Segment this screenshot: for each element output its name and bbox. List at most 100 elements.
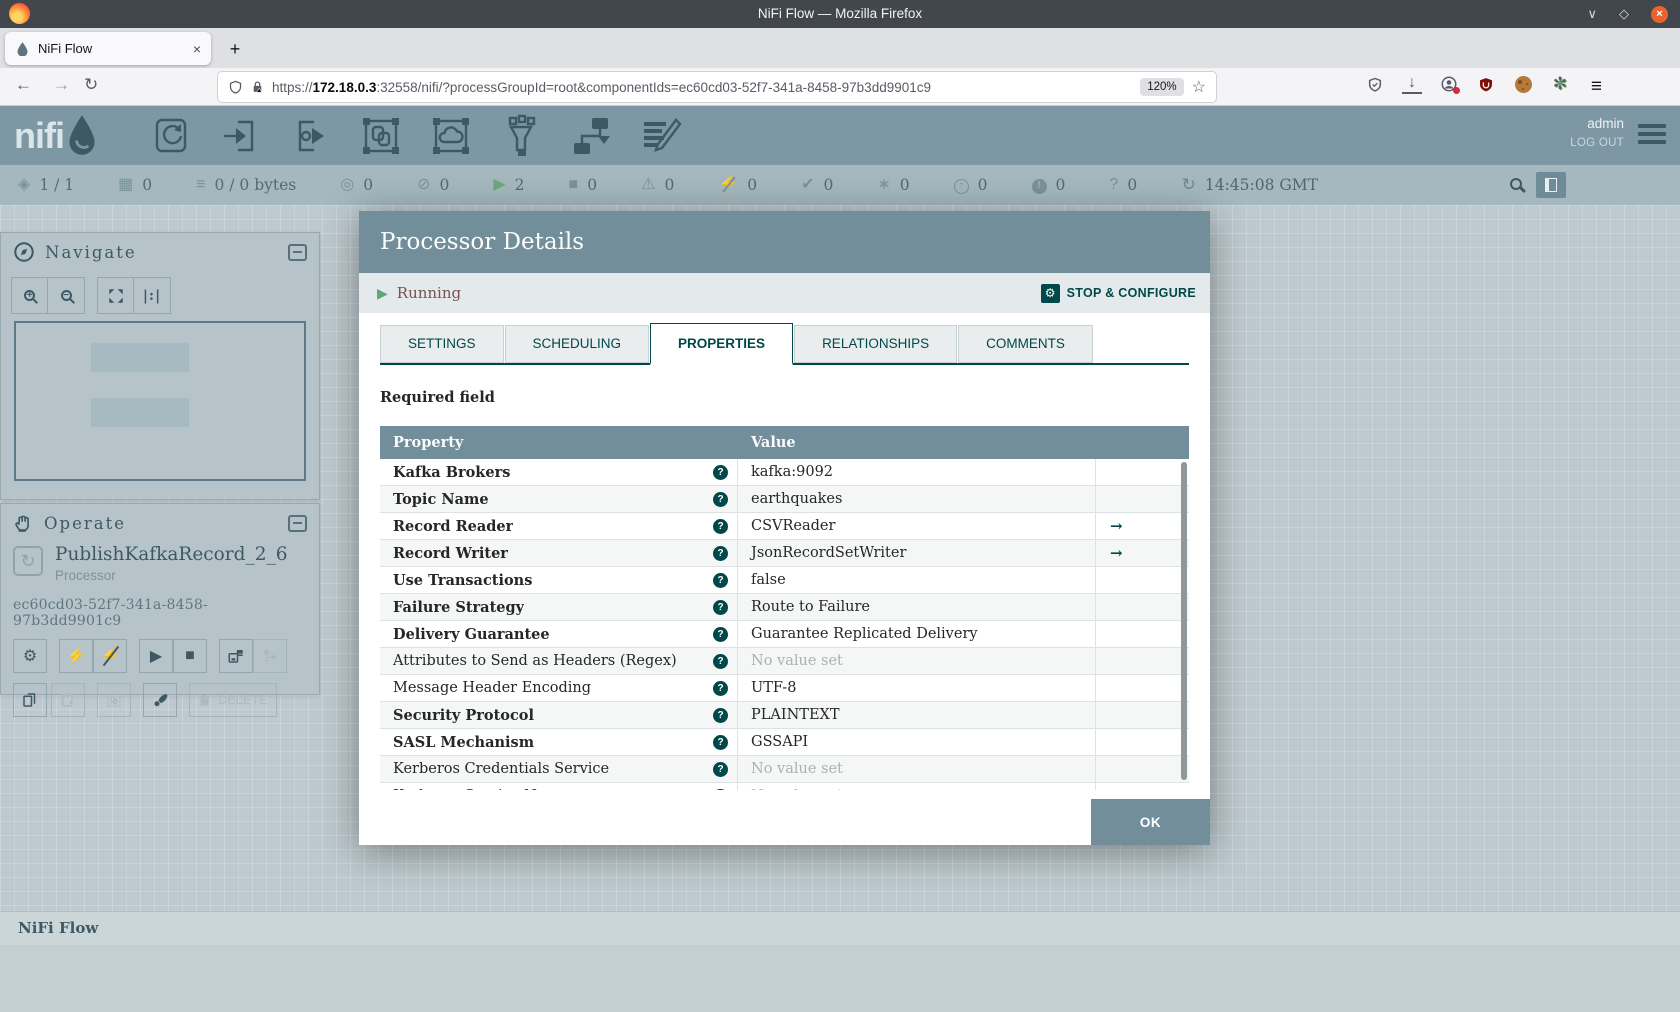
tab-settings[interactable]: SETTINGS — [380, 325, 504, 363]
extension-pinwheel-icon[interactable]: ✼ — [1550, 74, 1570, 94]
stop-configure-icon: ⚙ — [1040, 283, 1060, 303]
zoom-in-button[interactable]: + — [11, 277, 48, 314]
property-column-header: Property — [393, 434, 464, 451]
dialog-header: Processor Details — [359, 211, 1210, 273]
ublock-icon[interactable] — [1476, 74, 1496, 94]
selected-component-name: PublishKafkaRecord_2_6 — [55, 544, 288, 565]
copy-button[interactable] — [13, 683, 47, 717]
property-row: Record Reader? CSVReader → — [380, 513, 1189, 540]
zoom-level-badge[interactable]: 120% — [1140, 78, 1184, 96]
remote-process-group-draggable-icon[interactable] — [428, 114, 474, 158]
minimap-processor-block — [91, 398, 189, 427]
help-icon[interactable]: ? — [713, 491, 728, 507]
toggle-panel-button[interactable] — [1536, 172, 1566, 198]
component-toolbar — [148, 114, 684, 158]
birdseye-minimap[interactable] — [14, 321, 306, 481]
downloads-icon[interactable]: ↓ — [1402, 74, 1422, 94]
tab-relationships[interactable]: RELATIONSHIPS — [794, 325, 958, 363]
stop-and-configure-button[interactable]: ⚙ STOP & CONFIGURE — [1040, 283, 1196, 303]
help-icon[interactable]: ? — [713, 734, 728, 750]
start-button[interactable]: ▶ — [139, 639, 173, 673]
template-draggable-icon[interactable] — [568, 114, 614, 158]
disable-button[interactable]: ⚡ — [93, 639, 127, 673]
help-icon[interactable]: ? — [713, 653, 728, 669]
zoom-actual-button[interactable]: |:| — [134, 277, 171, 314]
funnel-draggable-icon[interactable] — [498, 114, 544, 158]
window-minimize-icon[interactable]: ∨ — [1587, 6, 1597, 22]
color-button[interactable] — [143, 683, 177, 717]
invalid-status: ⚠ 0 — [641, 176, 674, 194]
minimap-processor-block — [91, 343, 189, 372]
stale-count: 0 — [977, 176, 988, 194]
go-to-service-link[interactable]: → — [1096, 517, 1189, 535]
window-titlebar: NiFi Flow — Mozilla Firefox ∨ ◇ × — [0, 0, 1680, 28]
processor-draggable-icon[interactable] — [148, 114, 194, 158]
reload-button[interactable]: ↻ — [84, 75, 98, 95]
up-to-date-count: 0 — [823, 176, 834, 194]
tab-close-icon[interactable]: × — [193, 41, 201, 57]
account-icon[interactable] — [1439, 74, 1460, 94]
configure-button[interactable]: ⚙ — [13, 639, 47, 673]
not-transmitting-icon: ⊘ — [417, 176, 431, 193]
forward-button[interactable]: → — [53, 75, 70, 95]
disabled-icon: ⚡ — [718, 176, 739, 193]
property-row: Delivery Guarantee? Guarantee Replicated … — [380, 621, 1189, 648]
label-draggable-icon[interactable] — [638, 114, 684, 158]
url-text[interactable]: https://172.18.0.3:32558/nifi/?processGr… — [272, 80, 1132, 95]
bookmark-star-icon[interactable]: ☆ — [1192, 77, 1206, 97]
not-transmitting-count: 0 — [439, 176, 450, 194]
property-value: Route to Failure — [738, 594, 1096, 620]
input-port-draggable-icon[interactable] — [218, 114, 264, 158]
stop-configure-label: STOP & CONFIGURE — [1066, 286, 1196, 300]
back-button[interactable]: ← — [15, 75, 32, 95]
help-icon[interactable]: ? — [713, 464, 728, 480]
go-to-service-link[interactable]: → — [1096, 544, 1189, 562]
tab-scheduling[interactable]: SCHEDULING — [504, 325, 650, 363]
operate-collapse-button[interactable] — [288, 514, 307, 532]
property-row: Attributes to Send as Headers (Regex)? No… — [380, 648, 1189, 675]
zoom-fit-button[interactable] — [97, 277, 134, 314]
help-icon[interactable]: ? — [713, 707, 728, 723]
lock-icon[interactable] — [251, 79, 264, 95]
help-icon[interactable]: ? — [713, 572, 728, 588]
browser-tab[interactable]: NiFi Flow × — [5, 32, 211, 65]
tracking-shield-icon[interactable] — [1365, 74, 1385, 94]
table-scrollbar[interactable] — [1181, 462, 1187, 780]
global-menu-icon[interactable] — [1638, 124, 1666, 148]
navigate-title: Navigate — [45, 242, 137, 262]
process-group-draggable-icon[interactable] — [358, 114, 404, 158]
help-icon[interactable]: ? — [713, 761, 728, 777]
tab-comments[interactable]: COMMENTS — [958, 325, 1093, 363]
app-menu-icon[interactable]: ≡ — [1591, 76, 1602, 98]
help-icon[interactable]: ? — [713, 518, 728, 534]
help-icon[interactable]: ? — [713, 545, 728, 561]
ok-button[interactable]: OK — [1091, 799, 1210, 845]
queued-status: ≡ 0 / 0 bytes — [196, 176, 296, 194]
navigate-collapse-button[interactable] — [288, 243, 307, 261]
help-icon[interactable]: ? — [713, 680, 728, 696]
tab-properties[interactable]: PROPERTIES — [650, 323, 794, 365]
enable-button[interactable]: ⚡ — [59, 639, 93, 673]
zoom-out-button[interactable]: − — [48, 277, 85, 314]
output-port-draggable-icon[interactable] — [288, 114, 334, 158]
property-name: Security Protocol — [393, 706, 534, 724]
window-close-icon[interactable]: × — [1651, 5, 1668, 23]
cookie-icon[interactable] — [1513, 74, 1533, 94]
property-name: Failure Strategy — [393, 598, 525, 616]
sync-failure-status: ? 0 — [1109, 176, 1137, 194]
new-tab-button[interactable]: + — [222, 36, 248, 62]
refresh-icon[interactable]: ↻ — [1182, 175, 1196, 195]
help-icon[interactable]: ? — [713, 626, 728, 642]
logout-link[interactable]: LOG OUT — [1570, 137, 1624, 149]
shield-permissions-icon[interactable] — [228, 79, 243, 95]
window-maximize-icon[interactable]: ◇ — [1619, 6, 1629, 22]
property-name-cell: Topic Name? — [380, 486, 738, 512]
queued-icon: ≡ — [196, 176, 206, 193]
help-icon[interactable]: ? — [713, 599, 728, 615]
stop-button[interactable]: ■ — [173, 639, 207, 673]
search-icon[interactable] — [1510, 177, 1522, 195]
url-bar[interactable]: https://172.18.0.3:32558/nifi/?processGr… — [218, 72, 1216, 102]
save-version-button[interactable] — [219, 639, 253, 673]
breadcrumb[interactable]: NiFi Flow — [0, 912, 1680, 945]
nifi-drop-icon — [69, 115, 95, 155]
